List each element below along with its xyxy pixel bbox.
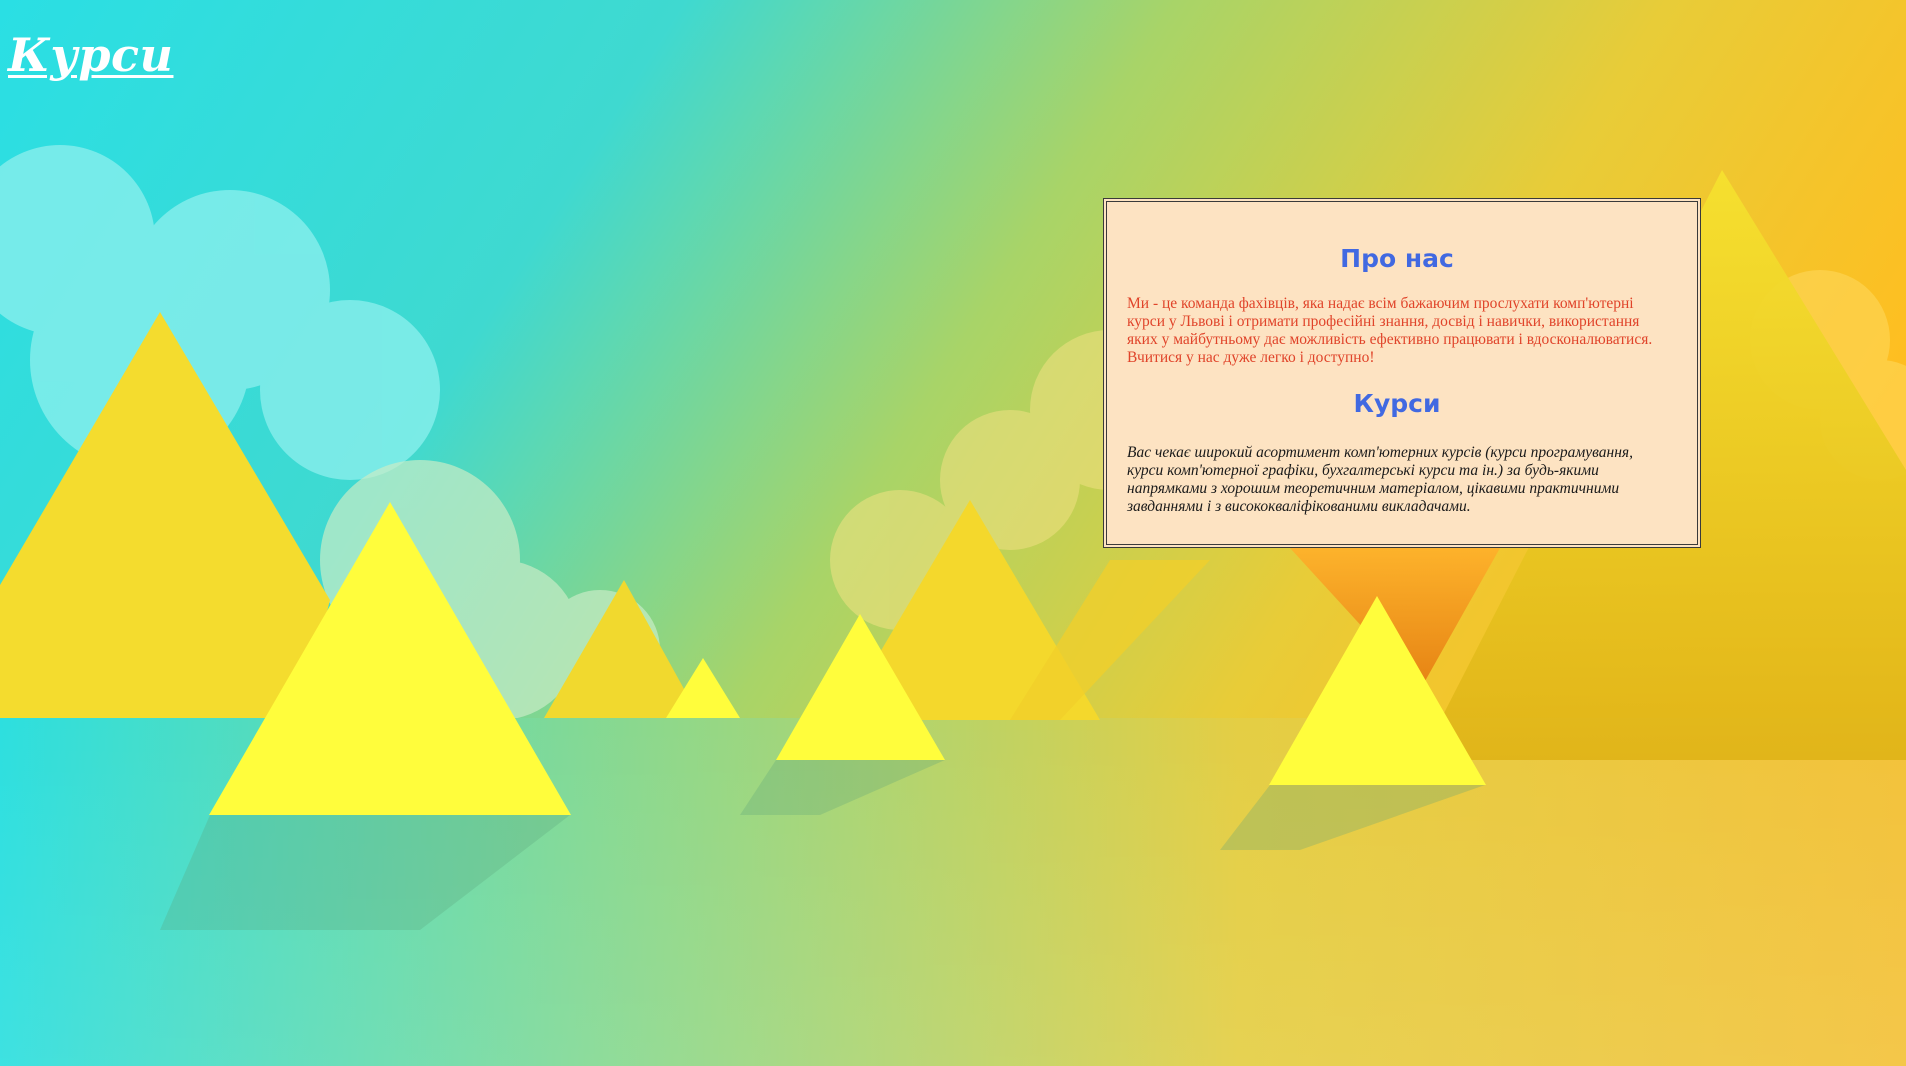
- site-title-link[interactable]: Курси: [8, 28, 173, 82]
- about-paragraph: Ми - це команда фахівців, яка надає всім…: [1127, 295, 1653, 366]
- info-panel: Про нас Ми - це команда фахівців, яка на…: [1103, 198, 1701, 548]
- courses-heading: Курси: [1353, 389, 1441, 418]
- courses-paragraph: Вас чекає широкий асортимент комп'ютерни…: [1127, 444, 1634, 515]
- about-heading: Про нас: [1340, 244, 1454, 273]
